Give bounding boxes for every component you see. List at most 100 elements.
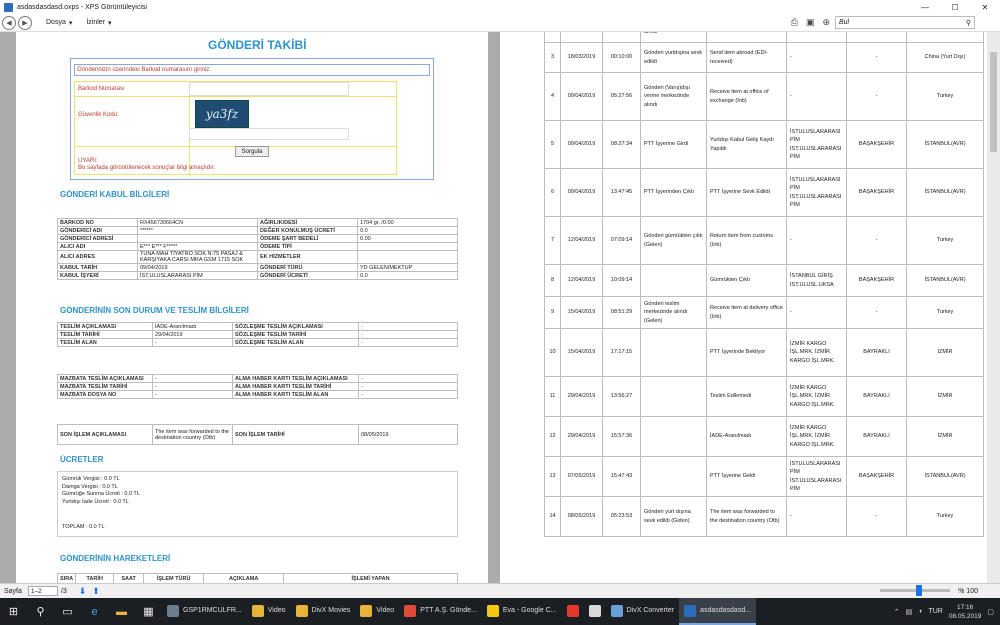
zoom-slider-knob[interactable] <box>916 585 922 596</box>
table-cell: İZMİR <box>906 416 984 457</box>
document-viewport[interactable]: GÖNDERİ TAKİBİ Gönderinizin üzerindeki B… <box>0 32 1000 583</box>
forward-icon[interactable]: ▶ <box>18 15 32 30</box>
query-button[interactable]: Sorgula <box>235 146 269 157</box>
security-code-input[interactable] <box>189 128 349 140</box>
page-label: Sayfa <box>4 587 22 595</box>
menu-file-label: Dosya <box>46 19 66 26</box>
taskbar-app-label: DivX Converter <box>626 607 675 614</box>
notifications-icon[interactable]: ▢ <box>987 608 994 616</box>
table-cell: - <box>846 496 907 537</box>
page-number-input[interactable]: 1–2 <box>27 586 58 596</box>
network-icon[interactable]: ▤ <box>906 608 913 616</box>
field-label: ÖDEME TİPİ <box>257 242 358 251</box>
scrollbar-thumb[interactable] <box>990 52 997 152</box>
edge-icon[interactable]: e <box>81 598 108 625</box>
print-icon[interactable]: ⎙ <box>791 17 798 28</box>
taskbar: ⊞ ⚲ ▭ e ▬ ▦ GSP1RMCULFR... Video DivX Movi… <box>0 598 1000 625</box>
taskbar-app[interactable]: DivX Movies <box>291 598 356 625</box>
table-row: 7 12/04/2019 07:09:14 Gönderi gümrükten çık… <box>544 216 984 265</box>
menu-bar: ◀ ▶ Dosya ▾ İzinler ▾ ⎙ ▣ ⊕ Bul ⚲ <box>0 14 1000 32</box>
arrow-down-icon[interactable]: ⬇ <box>79 586 87 597</box>
taskbar-app[interactable]: Video <box>247 598 291 625</box>
taskbar-app[interactable] <box>584 598 606 625</box>
task-view-icon[interactable]: ▭ <box>54 598 81 625</box>
maximize-button[interactable]: ☐ <box>940 0 970 14</box>
table-cell <box>706 32 787 43</box>
app-icon <box>566 604 579 617</box>
table-cell: Gönderi gümrükten çıktı (Gelen) <box>640 216 707 265</box>
clock[interactable]: 17:16 08.05.2019 <box>949 603 982 621</box>
field-label: EK HİZMETLER <box>257 250 358 264</box>
volume-icon[interactable]: ◖ <box>918 608 922 615</box>
status-table: TESLİM AÇIKLAMASI İADE-Aranılmadı SÖZLEŞME… <box>57 322 458 347</box>
table-cell: 05:27:56 <box>602 72 641 121</box>
table-cell: BAŞAKŞEHİR <box>846 120 907 169</box>
table-cell: - <box>786 42 847 73</box>
field-label: ALICI ADI <box>57 242 138 251</box>
table-row: 4 09/04/2019 05:27:56 Gönderi (Varış)dışı v… <box>544 72 984 121</box>
table-header-row: SIRA TARİH SAAT İŞLEM TÜRÜ AÇIKLAMA İŞLEMİ YA… <box>56 573 458 583</box>
arrow-up-icon[interactable]: ⬆ <box>92 586 100 597</box>
table-row: MAZBATA TESLİM TARİHİ - ALMA HABER KARTI T… <box>57 382 458 391</box>
search-icon[interactable]: ⚲ <box>966 19 971 27</box>
chevron-up-icon[interactable]: ⌃ <box>894 608 900 616</box>
zoom-level: % 100 <box>958 588 978 595</box>
language-indicator[interactable]: TUR <box>928 608 942 615</box>
field-value: - <box>152 374 233 383</box>
table-row: TESLİM ALAN - SÖZLEŞME TESLİM ALAN - <box>57 338 458 347</box>
store-icon[interactable]: ▦ <box>135 598 162 625</box>
table-cell: 08:51:29 <box>602 296 641 329</box>
menu-file[interactable]: Dosya ▾ <box>46 19 72 27</box>
minimize-button[interactable]: — <box>910 0 940 14</box>
field-value: - <box>358 382 458 391</box>
menu-permissions[interactable]: İzinler ▾ <box>86 19 111 27</box>
taskbar-app[interactable]: Video <box>355 598 399 625</box>
field-label: ÖDEME ŞART BEDELİ <box>257 234 358 243</box>
table-row: KABUL TARİH 09/04/2019 GÖNDERİ TÜRÜ YD GELE… <box>57 263 458 272</box>
taskbar-app[interactable]: GSP1RMCULFR... <box>162 598 247 625</box>
table-cell: Receive item at delivery office (Inb) <box>706 296 787 329</box>
close-button[interactable]: ✕ <box>970 0 1000 14</box>
table-cell: Send item abroad (EDI-received) <box>706 42 787 73</box>
table-cell: 05:23:53 <box>602 496 641 537</box>
field-label: ALMA HABER KARTI TESLİM AÇIKLAMASI <box>232 374 359 383</box>
field-value: E*** E*** F***** <box>137 242 258 251</box>
back-icon[interactable]: ◀ <box>2 15 16 30</box>
windows-start-icon[interactable]: ⊞ <box>0 598 27 625</box>
column-header: İŞLEMİ YAPAN <box>283 573 458 583</box>
barcode-input[interactable] <box>189 82 349 96</box>
app-icon <box>684 604 697 617</box>
table-row: BARKOD NO RX456730664CN AĞIRLIK/DESİ 1704 g… <box>57 218 458 227</box>
vertical-scrollbar[interactable] <box>987 32 1000 583</box>
app-icon <box>251 604 264 617</box>
taskbar-app[interactable] <box>562 598 584 625</box>
table-cell: 5 <box>544 120 561 169</box>
taskbar-app[interactable]: DivX Converter <box>606 598 679 625</box>
zoom-icon[interactable]: ⊕ <box>822 17 830 28</box>
table-cell <box>560 32 603 43</box>
field-label: TESLİM TARİHİ <box>57 330 153 339</box>
file-explorer-icon[interactable]: ▬ <box>108 598 135 625</box>
app-icon <box>360 604 373 617</box>
table-cell: 11 <box>544 376 561 417</box>
search-icon[interactable]: ⚲ <box>27 598 54 625</box>
search-input[interactable]: Bul ⚲ <box>835 16 975 29</box>
table-cell: 08:27:34 <box>602 120 641 169</box>
app-icon <box>610 604 623 617</box>
table-cell: 7 <box>544 216 561 265</box>
table-cell: BAYRAKLI <box>846 328 907 377</box>
captcha-image: ya3fz <box>195 100 249 128</box>
table-cell: 6 <box>544 168 561 217</box>
taskbar-app[interactable]: Eva - Google C... <box>482 598 562 625</box>
taskbar-app[interactable]: PTT A.Ş. Gönde... <box>399 598 482 625</box>
zoom-slider[interactable] <box>880 585 950 596</box>
taskbar-app-label: Video <box>376 607 395 614</box>
taskbar-app[interactable]: asdasdasdasd... <box>679 598 757 625</box>
fit-page-icon[interactable]: ▣ <box>806 17 815 28</box>
table-cell: 9 <box>544 296 561 329</box>
table-cell: Gönderi yurtdışına sevk edildi <box>640 42 707 73</box>
table-cell <box>906 32 984 43</box>
table-cell <box>846 32 907 43</box>
fee-return: Yurtdışı İade Ücreti : 0.0 TL <box>62 498 129 505</box>
table-cell: 29/04/2019 <box>560 376 603 417</box>
